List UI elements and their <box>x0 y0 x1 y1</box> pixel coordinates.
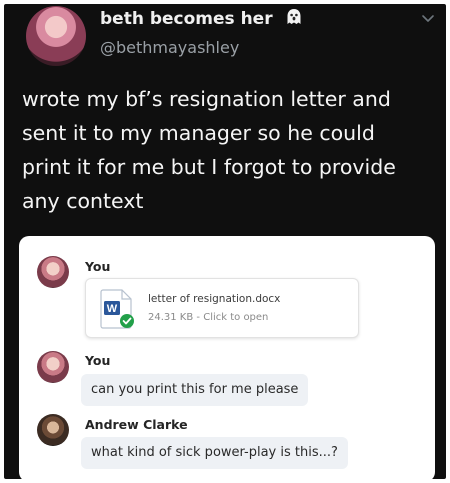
message-bubble: can you print this for me please <box>81 374 309 406</box>
chevron-down-icon[interactable] <box>420 10 436 26</box>
user-handle[interactable]: @bethmayashley <box>100 38 239 57</box>
file-size: 24.31 KB <box>148 312 194 323</box>
sender-name: You <box>85 353 111 368</box>
file-name: letter of resignation.docx <box>148 293 281 305</box>
tweet-text-line: print it for me but I forgot to provide <box>22 155 396 179</box>
sender-name: Andrew Clarke <box>85 417 188 432</box>
file-meta: 24.31 KB - Click to open <box>148 312 268 323</box>
avatar <box>37 256 69 288</box>
chat-screenshot: You W letter of resignation.docx 24.31 K… <box>19 236 435 479</box>
avatar <box>37 351 69 383</box>
tweet-text-line: any context <box>22 189 144 213</box>
word-doc-icon: W <box>100 289 136 329</box>
avatar <box>37 414 69 446</box>
display-name[interactable]: beth becomes her <box>100 8 303 31</box>
svg-text:W: W <box>107 303 118 315</box>
profile-avatar[interactable] <box>26 6 86 66</box>
tweet-text-line: sent it to my manager so he could <box>22 121 375 145</box>
tweet-text: wrote my bf’s resignation letter and sen… <box>22 82 442 218</box>
click-to-open-link[interactable]: Click to open <box>203 312 268 323</box>
tweet-text-line: wrote my bf’s resignation letter and <box>22 87 391 111</box>
tweet-screenshot: beth becomes her @bethmayashley wrote my… <box>4 4 446 479</box>
sender-name: You <box>85 259 111 274</box>
display-name-text: beth becomes her <box>100 9 273 29</box>
ghost-icon <box>285 8 303 31</box>
file-meta-separator: - <box>196 312 201 323</box>
message-bubble: what kind of sick power-play is this...? <box>81 437 348 469</box>
file-attachment[interactable]: W letter of resignation.docx 24.31 KB - … <box>85 278 359 338</box>
